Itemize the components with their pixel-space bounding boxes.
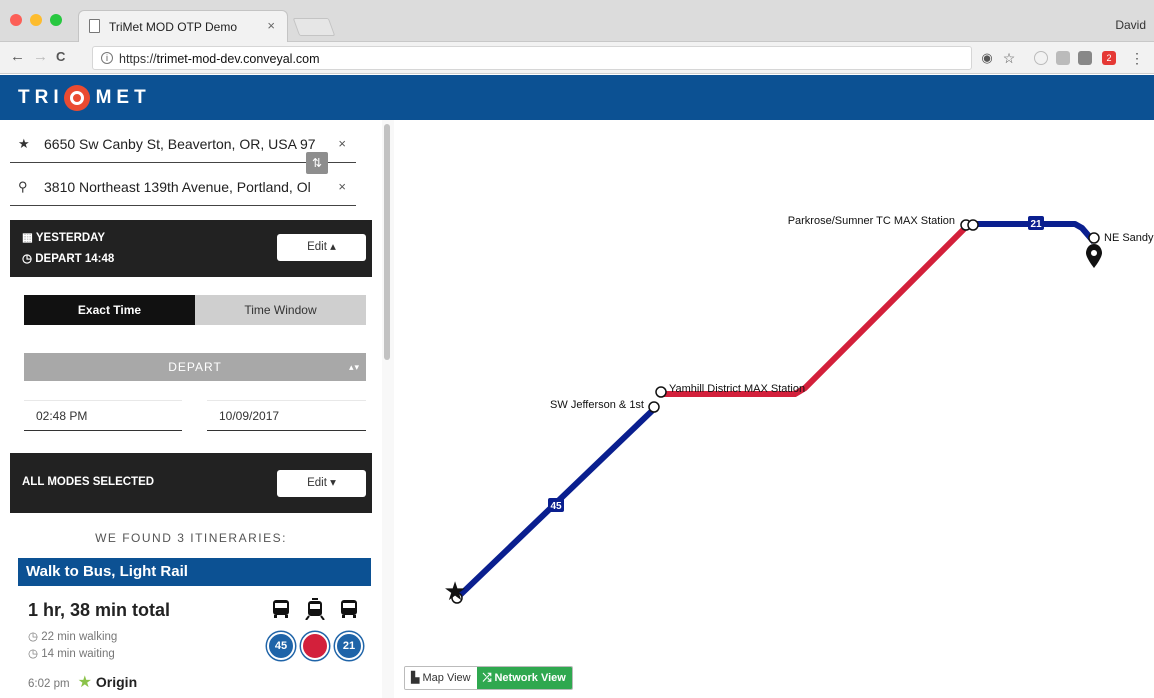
itinerary-total-time: 1 hr, 38 min total [28,600,171,620]
extension-calendar-icon[interactable]: 2 [1102,51,1116,65]
modes-summary: ALL MODES SELECTED Edit ▾ [10,453,372,513]
label-parkrose: Parkrose/Sumner TC MAX Station [788,215,955,227]
bus-icon [273,600,289,618]
stop-ne-sandy[interactable] [1088,232,1100,244]
page-icon [89,19,100,33]
label-jefferson: SW Jefferson & 1st [550,399,644,411]
destination-text: 3810 Northeast 139th Avenue, Portland, O… [44,179,311,195]
browser-toolbar: ← → C i https://trimet-mod-dev.conveyal.… [0,42,1154,74]
location-icon[interactable]: ◉ [980,51,994,65]
stop-jefferson[interactable] [648,401,660,413]
reload-button[interactable]: C [56,49,65,65]
close-window-button[interactable] [10,14,22,26]
route-badge-45: 45 [267,632,295,660]
network-map[interactable]: 21 45 ★ Parkrose/Sumner TC MAX Station N… [394,120,1154,698]
profile-name[interactable]: David [1115,18,1146,32]
forward-button[interactable]: → [33,49,48,65]
minimize-window-button[interactable] [30,14,42,26]
label-ne-sandy: NE Sandy [1104,232,1154,244]
time-input[interactable]: 02:48 PM [24,400,182,431]
info-icon[interactable]: i [101,52,113,64]
edit-date-button[interactable]: Edit ▴ [277,234,366,261]
depart-select[interactable]: DEPART ▴▾ [24,353,366,381]
waiting-time: ◷ 14 min waiting [28,648,115,660]
sidebar-scrollbar-thumb[interactable] [384,124,390,360]
origin-step: 6:02 pm ★ Origin [28,672,137,692]
origin-star-icon: ★ [77,674,92,691]
date-time-summary: ▦ YESTERDAY ◷ DEPART 14:48 Edit ▴ [10,220,372,277]
map-pin-icon: ⚲ [18,179,28,194]
origin-field[interactable]: ★ 6650 Sw Canby St, Beaverton, OR, USA 9… [10,125,356,163]
stop-parkrose-bus[interactable] [967,219,979,231]
tram-icon [305,598,325,620]
trimet-logo-mark-icon [63,85,90,111]
extension-square-icon[interactable] [1078,51,1092,65]
bus-icon [341,600,357,618]
app-header: TRI MET [0,75,1154,120]
url-host: trimet-mod-dev.conveyal.com [156,52,320,66]
label-yamhill: Yamhill District MAX Station [669,383,805,395]
back-button[interactable]: ← [10,49,25,65]
origin-time: 6:02 pm [28,678,70,690]
url-prefix: https:// [119,52,157,66]
browser-menu-icon[interactable]: ⋮ [1130,51,1144,65]
modes-label: ALL MODES SELECTED [22,476,155,488]
clear-destination-button[interactable]: × [338,179,346,194]
time-mode-toggle: Exact Time Time Window [24,295,366,325]
itinerary-header[interactable]: Walk to Bus, Light Rail [18,558,371,586]
destination-pin-dot [1091,250,1097,256]
map-view-button[interactable]: ▙ Map View [405,667,477,689]
logo-text-right: MET [95,87,151,108]
tab-title: TriMet MOD OTP Demo [109,20,238,34]
maximize-window-button[interactable] [50,14,62,26]
date-summary: ▦ YESTERDAY [22,232,106,244]
destination-field[interactable]: ⚲ 3810 Northeast 139th Avenue, Portland,… [10,168,356,206]
date-input[interactable]: 10/09/2017 [207,400,366,431]
tab-exact-time[interactable]: Exact Time [24,295,195,325]
stop-yamhill[interactable] [655,386,667,398]
tab-time-window[interactable]: Time Window [195,295,366,325]
logo-text-left: TRI [18,87,64,108]
select-arrows-icon: ▴▾ [348,362,360,372]
route-21-label: 21 [1030,219,1042,230]
depart-select-value: DEPART [168,360,222,374]
origin-text: 6650 Sw Canby St, Beaverton, OR, USA 97 [44,136,316,152]
extension-g-icon[interactable] [1056,51,1070,65]
results-count: WE FOUND 3 ITINERARIES: [95,531,287,545]
clear-origin-button[interactable]: × [338,136,346,151]
tab-close-button[interactable]: × [267,18,275,33]
url-text: https://trimet-mod-dev.conveyal.com [119,52,320,66]
extension-circle-icon[interactable] [1034,51,1048,65]
route-badge-max [301,632,329,660]
origin-label: Origin [95,674,138,690]
star-icon: ★ [18,136,30,151]
max-rail-line [660,222,971,397]
browser-tab-bar: TriMet MOD OTP Demo × David [0,0,1154,42]
view-toggle: ▙ Map View ⤮ Network View [404,666,573,690]
address-bar[interactable]: i https://trimet-mod-dev.conveyal.com [92,46,972,70]
network-view-button[interactable]: ⤮ Network View [476,667,572,689]
edit-modes-button[interactable]: Edit ▾ [277,470,366,497]
new-tab-button[interactable] [292,18,336,36]
origin-star-icon: ★ [443,576,466,606]
route-badge-21: 21 [335,632,363,660]
browser-tab[interactable]: TriMet MOD OTP Demo × [78,10,288,42]
route-45-label: 45 [550,501,562,512]
trimet-logo[interactable]: TRI MET [18,85,151,111]
walking-time: ◷ 22 min walking [28,631,118,643]
time-summary: ◷ DEPART 14:48 [22,253,115,265]
bookmark-star-icon[interactable]: ☆ [1002,51,1016,65]
network-diagram: 21 45 ★ Parkrose/Sumner TC MAX Station N… [443,215,1154,606]
